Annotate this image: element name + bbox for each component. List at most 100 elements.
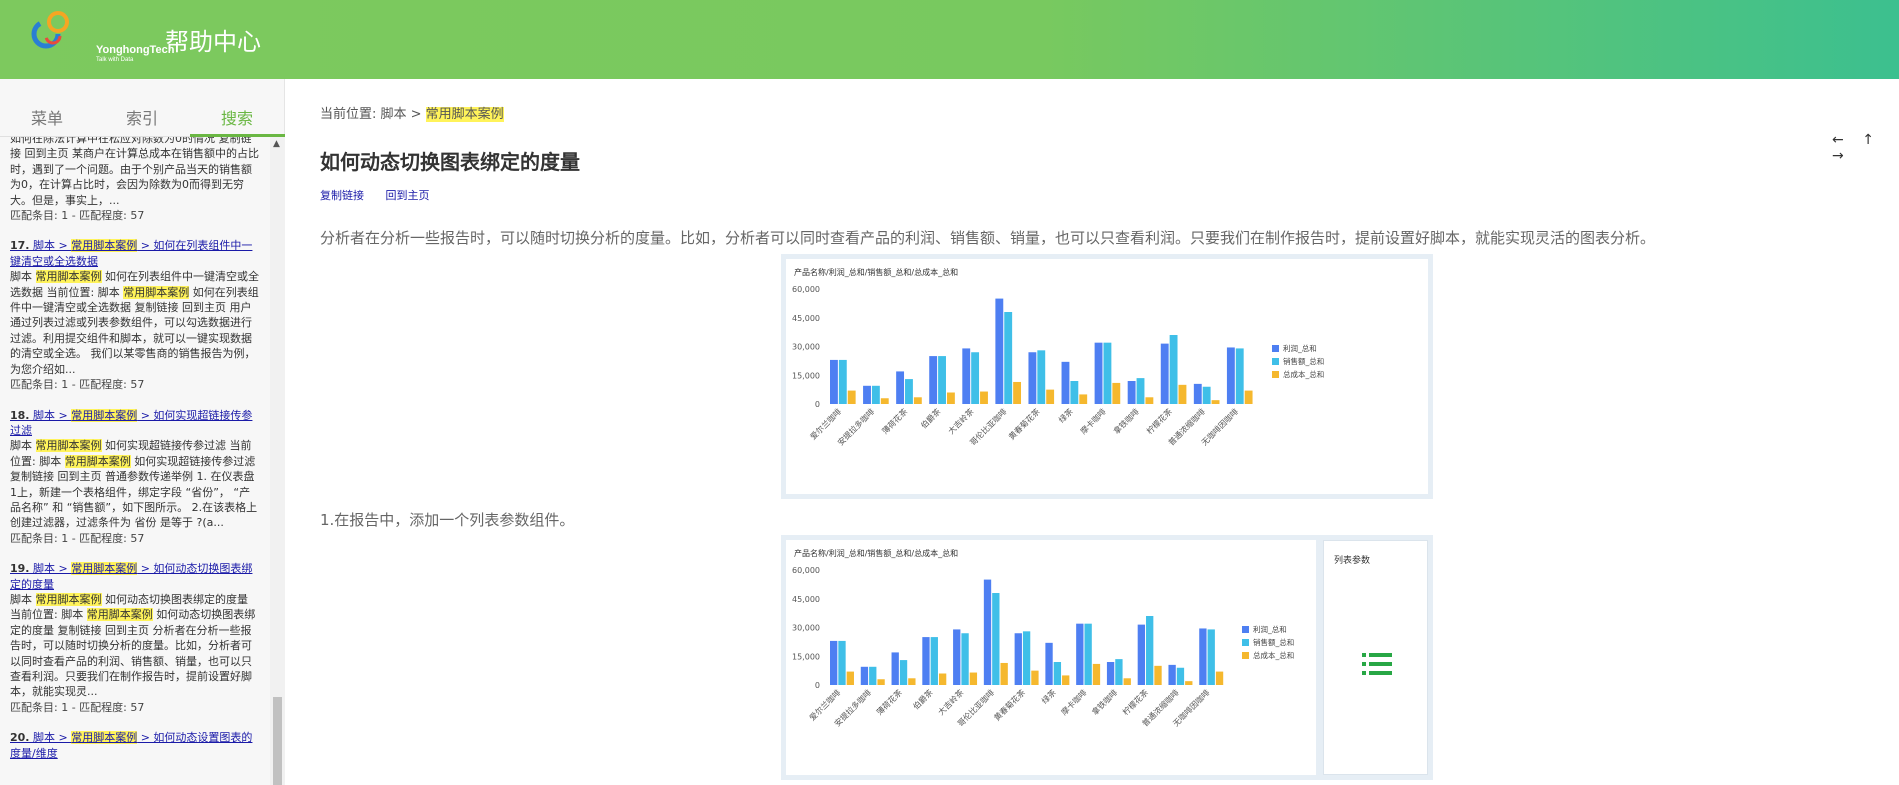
bar-1 bbox=[1226, 347, 1235, 404]
bar-2 bbox=[1235, 348, 1244, 404]
legend-label: 利润_总和 bbox=[1253, 624, 1287, 634]
bar-2 bbox=[1176, 667, 1185, 685]
result-path: 脚本 > bbox=[33, 408, 72, 422]
bar-1 bbox=[1094, 342, 1103, 404]
legend-label: 销售额_总和 bbox=[1253, 637, 1294, 647]
bar-1 bbox=[863, 385, 871, 404]
y-tick-label: 45,000 bbox=[792, 595, 820, 604]
tab-search[interactable]: 搜索 bbox=[221, 105, 253, 129]
result-number: 20. bbox=[10, 731, 30, 745]
result-link[interactable]: 17. 脚本 > 常用脚本案例 > 如何在列表组件中一键清空或全选数据 bbox=[10, 238, 260, 269]
bar-1 bbox=[1061, 361, 1070, 404]
tab-index[interactable]: 索引 bbox=[126, 105, 158, 129]
bar-1 bbox=[1045, 642, 1053, 685]
bar-2 bbox=[838, 640, 846, 685]
snippet-highlight: 常用脚本案例 bbox=[35, 592, 102, 606]
bar-2 bbox=[869, 666, 877, 685]
scroll-up-arrow-icon[interactable]: ▲ bbox=[273, 139, 280, 149]
y-tick-label: 30,000 bbox=[792, 343, 820, 352]
bar-1 bbox=[1168, 664, 1176, 685]
chart-figure-1: 产品名称/利润_总和/销售额_总和/总成本_总和 60,000 45,000 30,0… bbox=[781, 254, 1433, 499]
result-number: 18. bbox=[10, 408, 30, 422]
result-snippet: 如何在除法计算中在松应对除数为0的情况 复制链接 回到主页 某商户在计算总成本在… bbox=[10, 137, 259, 207]
back-arrow-icon[interactable]: ← bbox=[1832, 132, 1844, 148]
home-link-button[interactable]: 回到主页 bbox=[386, 189, 430, 202]
bar-3 bbox=[1178, 384, 1187, 404]
bar-3 bbox=[1244, 390, 1253, 404]
bar-1 bbox=[860, 666, 869, 685]
result-link[interactable]: 19. 脚本 > 常用脚本案例 > 如何动态切换图表绑定的度量 bbox=[10, 561, 260, 592]
bar-3 bbox=[1046, 389, 1055, 404]
bar-3 bbox=[877, 679, 885, 685]
x-tick-label: 伯爵茶 bbox=[918, 406, 942, 430]
result-path: 脚本 > bbox=[33, 239, 72, 253]
search-result-item: 20. 脚本 > 常用脚本案例 > 如何动态设置图表的度量/维度 bbox=[10, 730, 260, 761]
bar-1 bbox=[995, 298, 1004, 404]
result-number: 17. bbox=[10, 239, 30, 253]
result-link[interactable]: 20. 脚本 > 常用脚本案例 > 如何动态设置图表的度量/维度 bbox=[10, 730, 260, 761]
bar-2 bbox=[838, 359, 847, 404]
result-meta: 匹配条目: 1 - 匹配程度: 57 bbox=[10, 209, 145, 223]
up-arrow-icon[interactable]: ↑ bbox=[1862, 132, 1874, 148]
bar-3 bbox=[1031, 670, 1039, 685]
x-tick-label: 拿铁咖啡 bbox=[1090, 687, 1120, 717]
y-tick-label: 60,000 bbox=[792, 285, 820, 294]
bar-2 bbox=[961, 633, 969, 685]
search-result-item: 19. 脚本 > 常用脚本案例 > 如何动态切换图表绑定的度量 脚本 常用脚本案例… bbox=[10, 561, 260, 715]
bar-3 bbox=[908, 678, 916, 685]
bar-2 bbox=[938, 356, 946, 404]
chart-figure-2: 产品名称/利润_总和/销售额_总和/总成本_总和 60,000 45,000 30,0… bbox=[781, 535, 1433, 780]
bar-2 bbox=[1202, 386, 1211, 404]
page-title: 如何动态切换图表绑定的度量 bbox=[320, 150, 580, 174]
legend-swatch bbox=[1272, 345, 1279, 352]
bar-1 bbox=[962, 348, 971, 404]
bar-1 bbox=[1014, 633, 1022, 685]
copy-link-button[interactable]: 复制链接 bbox=[320, 189, 364, 202]
bar-3 bbox=[1185, 681, 1193, 685]
x-tick-label: 爱尔兰咖啡 bbox=[808, 406, 843, 441]
result-link[interactable]: 18. 脚本 > 常用脚本案例 > 如何实现超链接传参过滤 bbox=[10, 408, 260, 439]
bar-3 bbox=[1154, 665, 1162, 685]
bar-2 bbox=[1084, 623, 1092, 685]
bar-3 bbox=[1215, 671, 1224, 685]
bar-2 bbox=[1070, 381, 1079, 404]
x-tick-label: 拿铁咖啡 bbox=[1111, 406, 1141, 436]
bar-3 bbox=[980, 391, 988, 404]
legend-swatch bbox=[1272, 371, 1279, 378]
step-1-text: 1.在报告中，添加一个列表参数组件。 bbox=[320, 511, 575, 529]
sidebar-scrollbar[interactable]: ▲ bbox=[270, 137, 285, 785]
brand-name: YonghongTech bbox=[96, 44, 175, 56]
bar-2 bbox=[1146, 616, 1154, 685]
bar-3 bbox=[1079, 394, 1088, 404]
bar-3 bbox=[1013, 381, 1022, 404]
list-param-panel[interactable]: 列表参数 bbox=[1323, 540, 1428, 775]
bar-1 bbox=[922, 637, 930, 685]
snippet-highlight: 常用脚本案例 bbox=[35, 270, 102, 284]
top-header: YonghongTech Talk with Data 帮助中心 bbox=[0, 0, 1899, 79]
bar-3 bbox=[880, 398, 889, 404]
tab-menu[interactable]: 菜单 bbox=[31, 105, 63, 129]
bar-3 bbox=[1123, 678, 1131, 685]
bar-3 bbox=[946, 392, 955, 404]
scrollbar-thumb[interactable] bbox=[273, 697, 282, 785]
yonghong-logo[interactable]: YonghongTech Talk with Data bbox=[28, 8, 174, 63]
x-tick-label: 摩卡咖啡 bbox=[1059, 687, 1089, 717]
bar-1 bbox=[953, 629, 961, 685]
bar-1 bbox=[929, 356, 938, 404]
x-tick-label: 柠檬花茶 bbox=[1120, 687, 1150, 717]
bar-1 bbox=[1199, 628, 1207, 685]
bar-1 bbox=[1028, 352, 1037, 404]
bar-2 bbox=[1169, 335, 1178, 404]
result-path-highlight: 常用脚本案例 bbox=[71, 731, 138, 745]
x-tick-label: 薄荷花茶 bbox=[874, 687, 904, 717]
forward-arrow-icon[interactable]: → bbox=[1832, 148, 1844, 164]
x-tick-label: 摩卡咖啡 bbox=[1078, 406, 1108, 436]
bar-3 bbox=[1092, 663, 1101, 685]
breadcrumb: 当前位置: 脚本 > 常用脚本案例 bbox=[320, 103, 504, 122]
search-result-item: 18. 脚本 > 常用脚本案例 > 如何实现超链接传参过滤 脚本 常用脚本案例 如… bbox=[10, 408, 260, 547]
bar-2 bbox=[1022, 631, 1031, 685]
snippet-highlight: 常用脚本案例 bbox=[64, 454, 131, 468]
bar-3 bbox=[1062, 675, 1070, 685]
breadcrumb-current[interactable]: 常用脚本案例 bbox=[425, 107, 504, 122]
bar-2 bbox=[1004, 312, 1013, 404]
